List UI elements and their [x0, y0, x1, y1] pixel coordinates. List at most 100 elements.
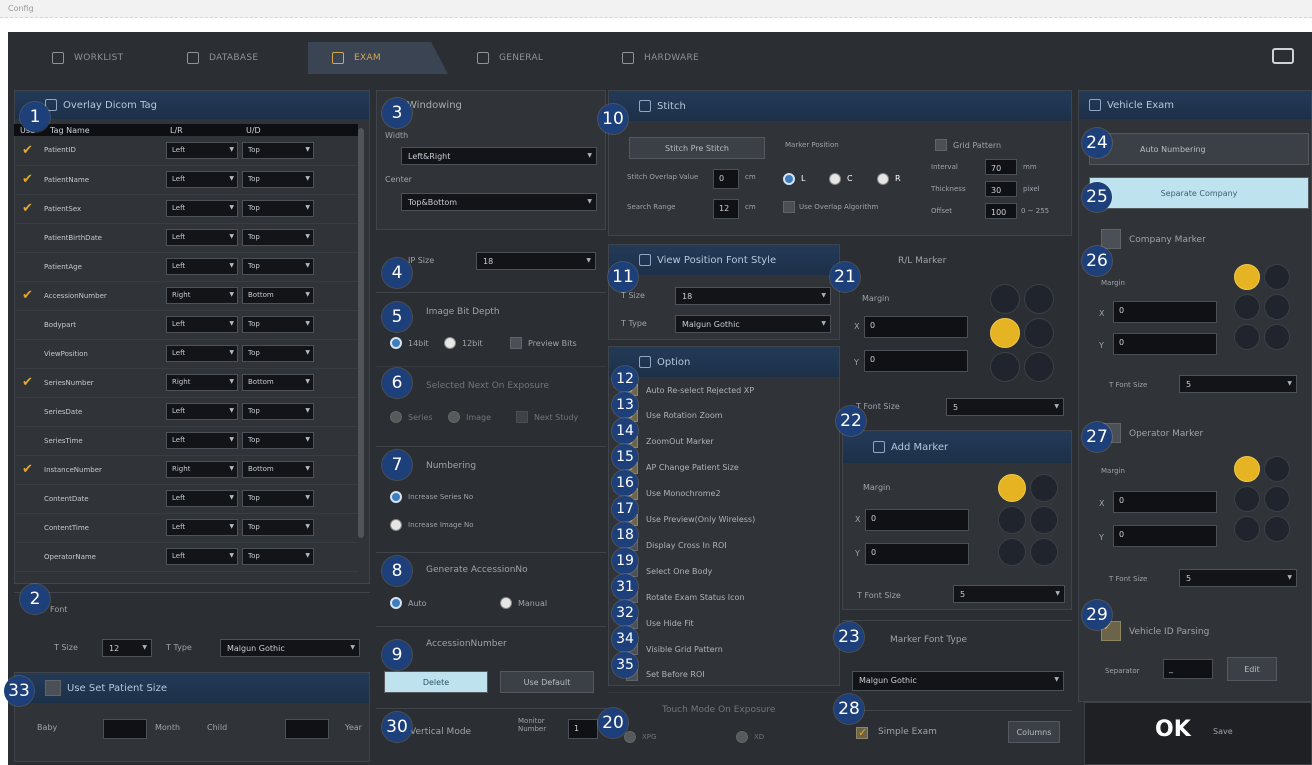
use-cell[interactable]: ✔	[14, 194, 44, 224]
marker-position-dot[interactable]	[1264, 294, 1290, 320]
option-item[interactable]: Set Before ROI	[626, 668, 705, 681]
touch-xpg-radio[interactable]	[624, 731, 636, 743]
tab-database[interactable]: DATABASE	[163, 42, 298, 74]
marker-position-dot[interactable]	[1264, 486, 1290, 512]
option-item[interactable]: Use Preview(Only Wireless)	[626, 513, 755, 526]
marker-position-dot[interactable]	[1234, 486, 1260, 512]
company-font-size-select[interactable]: 5	[1179, 375, 1297, 393]
ud-select[interactable]: Top	[242, 490, 314, 507]
width-select[interactable]: Left&Right	[401, 147, 597, 165]
view-font-size-select[interactable]: 18	[675, 287, 831, 305]
accession-delete-button[interactable]: Delete	[384, 671, 488, 693]
option-item[interactable]: Auto Re-select Rejected XP	[626, 383, 754, 396]
font-type-select[interactable]: Malgun Gothic	[220, 639, 360, 657]
lr-select[interactable]: Left	[166, 403, 238, 420]
lr-select[interactable]: Right	[166, 287, 238, 304]
next-study-checkbox[interactable]	[516, 411, 528, 423]
ud-select[interactable]: Bottom	[242, 374, 314, 391]
option-item[interactable]: Visible Grid Pattern	[626, 643, 723, 655]
marker-position-dot[interactable]	[1234, 294, 1260, 320]
ud-select[interactable]: Top	[242, 258, 314, 275]
increase-series-radio[interactable]	[390, 491, 402, 503]
operator-y-input[interactable]: 0	[1113, 525, 1217, 547]
parsing-edit-button[interactable]: Edit	[1227, 657, 1277, 681]
ud-select[interactable]: Top	[242, 171, 314, 188]
ud-select[interactable]: Top	[242, 200, 314, 217]
bit14-radio[interactable]	[390, 337, 402, 349]
marker-position-dot[interactable]	[990, 318, 1020, 348]
ip-size-select[interactable]: 18	[476, 252, 596, 270]
marker-position-dot[interactable]	[990, 352, 1020, 382]
thickness-input[interactable]: 30	[985, 181, 1017, 197]
add-y-input[interactable]: 0	[865, 543, 969, 565]
ud-select[interactable]: Top	[242, 519, 314, 536]
option-item[interactable]: Select One Body	[626, 565, 712, 578]
use-patient-size-checkbox[interactable]	[45, 680, 61, 696]
option-item[interactable]: Use Monochrome2	[626, 487, 721, 500]
lr-select[interactable]: Left	[166, 229, 238, 246]
ud-select[interactable]: Top	[242, 432, 314, 449]
company-x-input[interactable]: 0	[1113, 301, 1217, 323]
touch-xd-radio[interactable]	[736, 731, 748, 743]
option-item[interactable]: Display Cross In ROI	[626, 539, 727, 552]
use-cell[interactable]	[14, 339, 44, 369]
lr-select[interactable]: Right	[166, 374, 238, 391]
rl-y-input[interactable]: 0	[864, 350, 968, 372]
marker-position-dot[interactable]	[1234, 324, 1260, 350]
marker-position-dot[interactable]	[1030, 538, 1058, 566]
operator-font-size-select[interactable]: 5	[1179, 569, 1297, 587]
add-x-input[interactable]: 0	[865, 509, 969, 531]
use-cell[interactable]	[14, 426, 44, 456]
marker-c-radio[interactable]	[829, 173, 841, 185]
offset-input[interactable]: 100	[985, 203, 1017, 219]
use-cell[interactable]	[14, 397, 44, 427]
marker-position-dot[interactable]	[1030, 474, 1058, 502]
lr-select[interactable]: Left	[166, 200, 238, 217]
use-cell[interactable]: ✔	[14, 368, 44, 398]
use-cell[interactable]: ✔	[14, 281, 44, 311]
marker-position-dot[interactable]	[998, 538, 1026, 566]
separator-input[interactable]: _	[1163, 659, 1213, 679]
marker-position-dot[interactable]	[1234, 516, 1260, 542]
accession-auto-radio[interactable]	[390, 597, 402, 609]
lr-select[interactable]: Left	[166, 345, 238, 362]
stitch-pre-button[interactable]: Stitch Pre Stitch	[629, 137, 765, 159]
next-series-radio[interactable]	[390, 411, 402, 423]
ud-select[interactable]: Top	[242, 229, 314, 246]
use-cell[interactable]: ✔	[14, 136, 44, 166]
accession-manual-radio[interactable]	[500, 597, 512, 609]
lr-select[interactable]: Left	[166, 548, 238, 565]
columns-button[interactable]: Columns	[1008, 721, 1060, 743]
rl-font-size-select[interactable]: 5	[946, 398, 1064, 416]
keyboard-icon[interactable]	[1272, 48, 1294, 64]
marker-position-dot[interactable]	[1264, 264, 1290, 290]
lr-select[interactable]: Right	[166, 461, 238, 478]
grid-pattern-checkbox[interactable]	[935, 139, 947, 151]
marker-r-radio[interactable]	[877, 173, 889, 185]
ud-select[interactable]: Top	[242, 316, 314, 333]
company-y-input[interactable]: 0	[1113, 333, 1217, 355]
operator-x-input[interactable]: 0	[1113, 491, 1217, 513]
use-cell[interactable]: ✔	[14, 165, 44, 195]
marker-position-dot[interactable]	[1030, 506, 1058, 534]
marker-position-dot[interactable]	[1264, 324, 1290, 350]
marker-position-dot[interactable]	[1264, 456, 1290, 482]
marker-position-dot[interactable]	[1024, 352, 1054, 382]
marker-position-dot[interactable]	[998, 474, 1026, 502]
ud-select[interactable]: Top	[242, 548, 314, 565]
ud-select[interactable]: Top	[242, 345, 314, 362]
marker-position-dot[interactable]	[1024, 284, 1054, 314]
table-scrollbar[interactable]	[358, 128, 364, 538]
use-cell[interactable]	[14, 542, 44, 572]
center-select[interactable]: Top&Bottom	[401, 193, 597, 211]
increase-image-radio[interactable]	[390, 519, 402, 531]
rl-x-input[interactable]: 0	[864, 316, 968, 338]
ud-select[interactable]: Bottom	[242, 461, 314, 478]
lr-select[interactable]: Left	[166, 316, 238, 333]
monitor-number-input[interactable]: 1	[568, 719, 598, 739]
auto-numbering-button[interactable]: Auto Numbering	[1089, 133, 1309, 165]
marker-position-dot[interactable]	[1234, 456, 1260, 482]
lr-select[interactable]: Left	[166, 171, 238, 188]
simple-exam-checkbox[interactable]	[856, 726, 868, 739]
company-marker-checkbox[interactable]	[1101, 229, 1121, 249]
